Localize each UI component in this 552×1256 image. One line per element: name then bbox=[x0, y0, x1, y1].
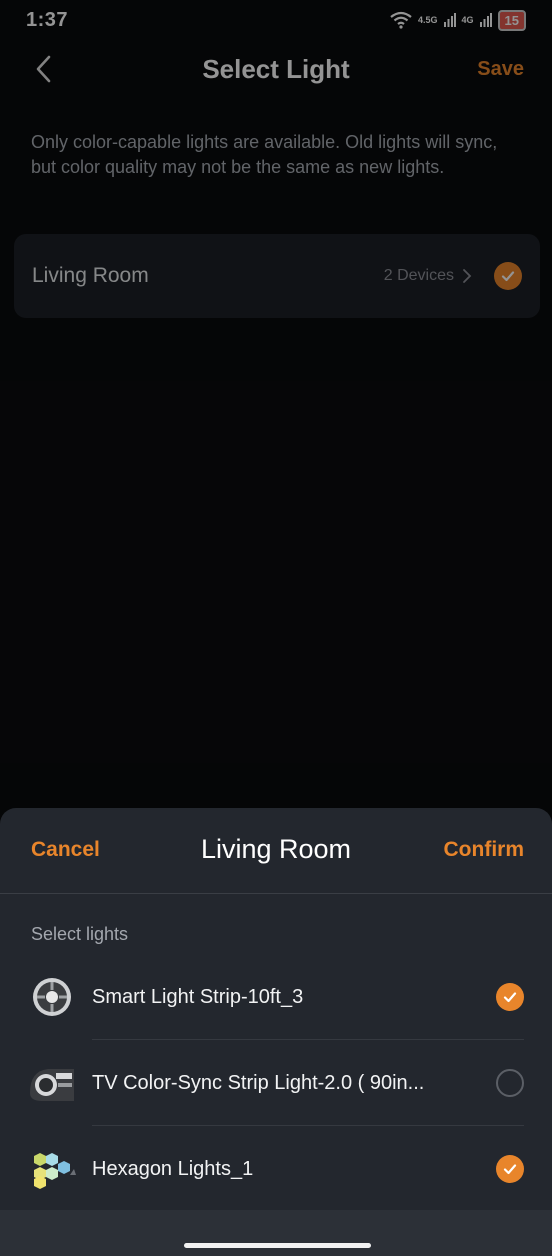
list-item-hexagon-lights[interactable]: Hexagon Lights_1 bbox=[28, 1126, 524, 1212]
list-item-tv-strip[interactable]: TV Color-Sync Strip Light-2.0 ( 90in... bbox=[28, 1040, 524, 1126]
light-name: TV Color-Sync Strip Light-2.0 ( 90in... bbox=[92, 1071, 425, 1094]
bottom-sheet: Cancel Living Room Confirm Select lights… bbox=[0, 808, 552, 1256]
light-checkbox-unchecked[interactable] bbox=[496, 1069, 524, 1097]
select-light-page: 1:37 4.5G 4G 15 Select Light Save Only c… bbox=[0, 0, 552, 1256]
sheet-header: Cancel Living Room Confirm bbox=[0, 808, 552, 894]
section-label: Select lights bbox=[31, 924, 129, 944]
light-name: Smart Light Strip-10ft_3 bbox=[92, 985, 304, 1008]
confirm-button[interactable]: Confirm bbox=[444, 838, 525, 862]
home-indicator[interactable] bbox=[184, 1243, 371, 1248]
list-item-light-strip[interactable]: Smart Light Strip-10ft_3 bbox=[28, 954, 524, 1040]
checkmark-icon bbox=[503, 992, 517, 1003]
navigation-bar-area bbox=[0, 1210, 552, 1256]
tv-strip-icon bbox=[28, 1059, 76, 1107]
light-strip-reel-icon bbox=[28, 973, 76, 1021]
light-checkbox-checked[interactable] bbox=[496, 983, 524, 1011]
checkmark-icon bbox=[503, 1164, 517, 1175]
light-checkbox-checked[interactable] bbox=[496, 1155, 524, 1183]
light-name: Hexagon Lights_1 bbox=[92, 1157, 254, 1180]
hexagon-lights-icon bbox=[28, 1145, 76, 1193]
